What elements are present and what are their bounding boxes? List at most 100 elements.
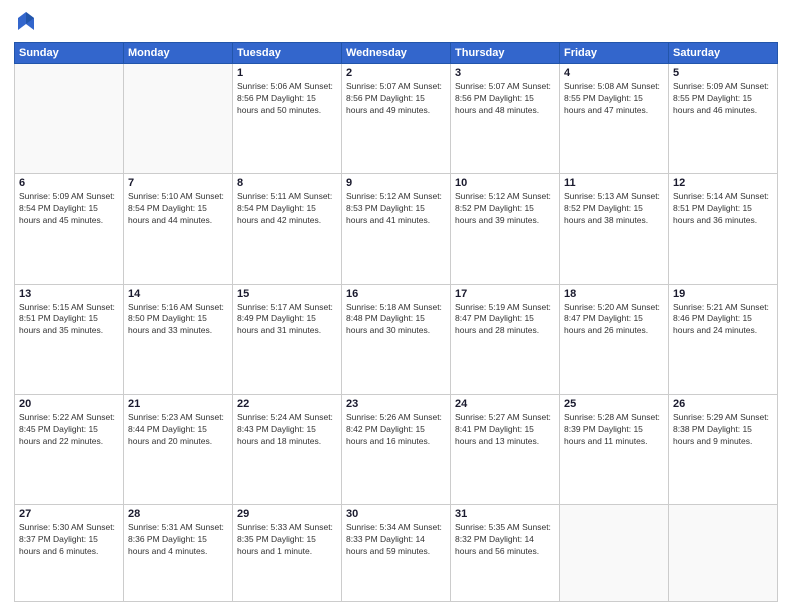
day-number: 23 bbox=[346, 398, 446, 410]
calendar-week-row: 27 Sunrise: 5:30 AM Sunset: 8:37 PM Dayli… bbox=[15, 505, 778, 602]
day-number: 3 bbox=[455, 67, 555, 79]
day-info: Sunrise: 5:07 AM Sunset: 8:56 PM Dayligh… bbox=[455, 81, 555, 117]
day-info: Sunrise: 5:16 AM Sunset: 8:50 PM Dayligh… bbox=[128, 302, 228, 338]
day-number: 9 bbox=[346, 177, 446, 189]
calendar-day-cell: 3 Sunrise: 5:07 AM Sunset: 8:56 PM Daylig… bbox=[451, 64, 560, 174]
day-info: Sunrise: 5:22 AM Sunset: 8:45 PM Dayligh… bbox=[19, 412, 119, 448]
calendar-day-header: Tuesday bbox=[233, 43, 342, 64]
calendar-week-row: 1Sunrise: 5:06 AM Sunset: 8:56 PM Daylig… bbox=[15, 64, 778, 174]
day-info: Sunrise: 5:26 AM Sunset: 8:42 PM Dayligh… bbox=[346, 412, 446, 448]
day-info: Sunrise: 5:10 AM Sunset: 8:54 PM Dayligh… bbox=[128, 191, 228, 227]
day-info: Sunrise: 5:11 AM Sunset: 8:54 PM Dayligh… bbox=[237, 191, 337, 227]
calendar-day-header: Friday bbox=[560, 43, 669, 64]
day-info: Sunrise: 5:23 AM Sunset: 8:44 PM Dayligh… bbox=[128, 412, 228, 448]
day-info: Sunrise: 5:31 AM Sunset: 8:36 PM Dayligh… bbox=[128, 522, 228, 558]
calendar-day-cell: 30 Sunrise: 5:34 AM Sunset: 8:33 PM Dayli… bbox=[342, 505, 451, 602]
day-number: 21 bbox=[128, 398, 228, 410]
day-number: 28 bbox=[128, 508, 228, 520]
day-number: 29 bbox=[237, 508, 337, 520]
day-number: 27 bbox=[19, 508, 119, 520]
calendar-day-cell: 21 Sunrise: 5:23 AM Sunset: 8:44 PM Dayli… bbox=[124, 394, 233, 504]
calendar-day-header: Sunday bbox=[15, 43, 124, 64]
calendar-day-cell: 19Sunrise: 5:21 AM Sunset: 8:46 PM Dayli… bbox=[669, 284, 778, 394]
calendar-day-cell bbox=[124, 64, 233, 174]
calendar-header-row: SundayMondayTuesdayWednesdayThursdayFrid… bbox=[15, 43, 778, 64]
calendar-day-cell: 31Sunrise: 5:35 AM Sunset: 8:32 PM Dayli… bbox=[451, 505, 560, 602]
calendar-day-cell: 1Sunrise: 5:06 AM Sunset: 8:56 PM Daylig… bbox=[233, 64, 342, 174]
day-info: Sunrise: 5:29 AM Sunset: 8:38 PM Dayligh… bbox=[673, 412, 773, 448]
calendar-day-header: Wednesday bbox=[342, 43, 451, 64]
day-info: Sunrise: 5:21 AM Sunset: 8:46 PM Dayligh… bbox=[673, 302, 773, 338]
calendar-day-cell: 8 Sunrise: 5:11 AM Sunset: 8:54 PM Daylig… bbox=[233, 174, 342, 284]
calendar-day-cell: 15Sunrise: 5:17 AM Sunset: 8:49 PM Dayli… bbox=[233, 284, 342, 394]
calendar-day-cell: 17Sunrise: 5:19 AM Sunset: 8:47 PM Dayli… bbox=[451, 284, 560, 394]
calendar-day-cell: 6 Sunrise: 5:09 AM Sunset: 8:54 PM Daylig… bbox=[15, 174, 124, 284]
day-info: Sunrise: 5:15 AM Sunset: 8:51 PM Dayligh… bbox=[19, 302, 119, 338]
day-info: Sunrise: 5:07 AM Sunset: 8:56 PM Dayligh… bbox=[346, 81, 446, 117]
day-number: 20 bbox=[19, 398, 119, 410]
day-number: 1 bbox=[237, 67, 337, 79]
day-number: 11 bbox=[564, 177, 664, 189]
calendar-day-cell bbox=[15, 64, 124, 174]
day-number: 8 bbox=[237, 177, 337, 189]
day-number: 16 bbox=[346, 288, 446, 300]
logo-icon bbox=[14, 10, 38, 34]
day-number: 13 bbox=[19, 288, 119, 300]
day-number: 18 bbox=[564, 288, 664, 300]
calendar-day-cell bbox=[669, 505, 778, 602]
day-number: 4 bbox=[564, 67, 664, 79]
calendar-day-cell: 4 Sunrise: 5:08 AM Sunset: 8:55 PM Daylig… bbox=[560, 64, 669, 174]
day-info: Sunrise: 5:19 AM Sunset: 8:47 PM Dayligh… bbox=[455, 302, 555, 338]
calendar-day-cell: 5 Sunrise: 5:09 AM Sunset: 8:55 PM Daylig… bbox=[669, 64, 778, 174]
day-info: Sunrise: 5:27 AM Sunset: 8:41 PM Dayligh… bbox=[455, 412, 555, 448]
day-number: 31 bbox=[455, 508, 555, 520]
day-number: 2 bbox=[346, 67, 446, 79]
day-number: 26 bbox=[673, 398, 773, 410]
calendar-day-cell: 10 Sunrise: 5:12 AM Sunset: 8:52 PM Dayli… bbox=[451, 174, 560, 284]
calendar-day-cell: 14Sunrise: 5:16 AM Sunset: 8:50 PM Dayli… bbox=[124, 284, 233, 394]
header bbox=[14, 10, 778, 34]
day-info: Sunrise: 5:33 AM Sunset: 8:35 PM Dayligh… bbox=[237, 522, 337, 558]
day-info: Sunrise: 5:24 AM Sunset: 8:43 PM Dayligh… bbox=[237, 412, 337, 448]
day-number: 10 bbox=[455, 177, 555, 189]
calendar-day-cell: 29 Sunrise: 5:33 AM Sunset: 8:35 PM Dayli… bbox=[233, 505, 342, 602]
day-info: Sunrise: 5:20 AM Sunset: 8:47 PM Dayligh… bbox=[564, 302, 664, 338]
calendar-day-cell: 24 Sunrise: 5:27 AM Sunset: 8:41 PM Dayli… bbox=[451, 394, 560, 504]
calendar-day-header: Thursday bbox=[451, 43, 560, 64]
calendar-week-row: 20 Sunrise: 5:22 AM Sunset: 8:45 PM Dayli… bbox=[15, 394, 778, 504]
day-info: Sunrise: 5:28 AM Sunset: 8:39 PM Dayligh… bbox=[564, 412, 664, 448]
day-info: Sunrise: 5:13 AM Sunset: 8:52 PM Dayligh… bbox=[564, 191, 664, 227]
day-info: Sunrise: 5:12 AM Sunset: 8:52 PM Dayligh… bbox=[455, 191, 555, 227]
calendar-day-cell: 7Sunrise: 5:10 AM Sunset: 8:54 PM Daylig… bbox=[124, 174, 233, 284]
calendar-table: SundayMondayTuesdayWednesdayThursdayFrid… bbox=[14, 42, 778, 602]
day-number: 24 bbox=[455, 398, 555, 410]
calendar-day-header: Monday bbox=[124, 43, 233, 64]
calendar-day-cell: 9 Sunrise: 5:12 AM Sunset: 8:53 PM Daylig… bbox=[342, 174, 451, 284]
calendar-day-cell bbox=[560, 505, 669, 602]
day-info: Sunrise: 5:34 AM Sunset: 8:33 PM Dayligh… bbox=[346, 522, 446, 558]
day-number: 12 bbox=[673, 177, 773, 189]
day-info: Sunrise: 5:14 AM Sunset: 8:51 PM Dayligh… bbox=[673, 191, 773, 227]
calendar-day-cell: 26 Sunrise: 5:29 AM Sunset: 8:38 PM Dayli… bbox=[669, 394, 778, 504]
day-info: Sunrise: 5:09 AM Sunset: 8:54 PM Dayligh… bbox=[19, 191, 119, 227]
logo bbox=[14, 10, 42, 34]
calendar-day-cell: 16 Sunrise: 5:18 AM Sunset: 8:48 PM Dayli… bbox=[342, 284, 451, 394]
day-number: 25 bbox=[564, 398, 664, 410]
calendar-day-cell: 13 Sunrise: 5:15 AM Sunset: 8:51 PM Dayli… bbox=[15, 284, 124, 394]
calendar-day-cell: 22Sunrise: 5:24 AM Sunset: 8:43 PM Dayli… bbox=[233, 394, 342, 504]
calendar-week-row: 13 Sunrise: 5:15 AM Sunset: 8:51 PM Dayli… bbox=[15, 284, 778, 394]
day-info: Sunrise: 5:09 AM Sunset: 8:55 PM Dayligh… bbox=[673, 81, 773, 117]
day-info: Sunrise: 5:08 AM Sunset: 8:55 PM Dayligh… bbox=[564, 81, 664, 117]
day-info: Sunrise: 5:12 AM Sunset: 8:53 PM Dayligh… bbox=[346, 191, 446, 227]
calendar-day-cell: 12 Sunrise: 5:14 AM Sunset: 8:51 PM Dayli… bbox=[669, 174, 778, 284]
day-number: 6 bbox=[19, 177, 119, 189]
day-info: Sunrise: 5:18 AM Sunset: 8:48 PM Dayligh… bbox=[346, 302, 446, 338]
day-info: Sunrise: 5:30 AM Sunset: 8:37 PM Dayligh… bbox=[19, 522, 119, 558]
calendar-day-cell: 18 Sunrise: 5:20 AM Sunset: 8:47 PM Dayli… bbox=[560, 284, 669, 394]
calendar-day-cell: 23 Sunrise: 5:26 AM Sunset: 8:42 PM Dayli… bbox=[342, 394, 451, 504]
day-number: 15 bbox=[237, 288, 337, 300]
calendar-page: SundayMondayTuesdayWednesdayThursdayFrid… bbox=[0, 0, 792, 612]
calendar-day-cell: 2 Sunrise: 5:07 AM Sunset: 8:56 PM Daylig… bbox=[342, 64, 451, 174]
day-number: 30 bbox=[346, 508, 446, 520]
day-number: 5 bbox=[673, 67, 773, 79]
